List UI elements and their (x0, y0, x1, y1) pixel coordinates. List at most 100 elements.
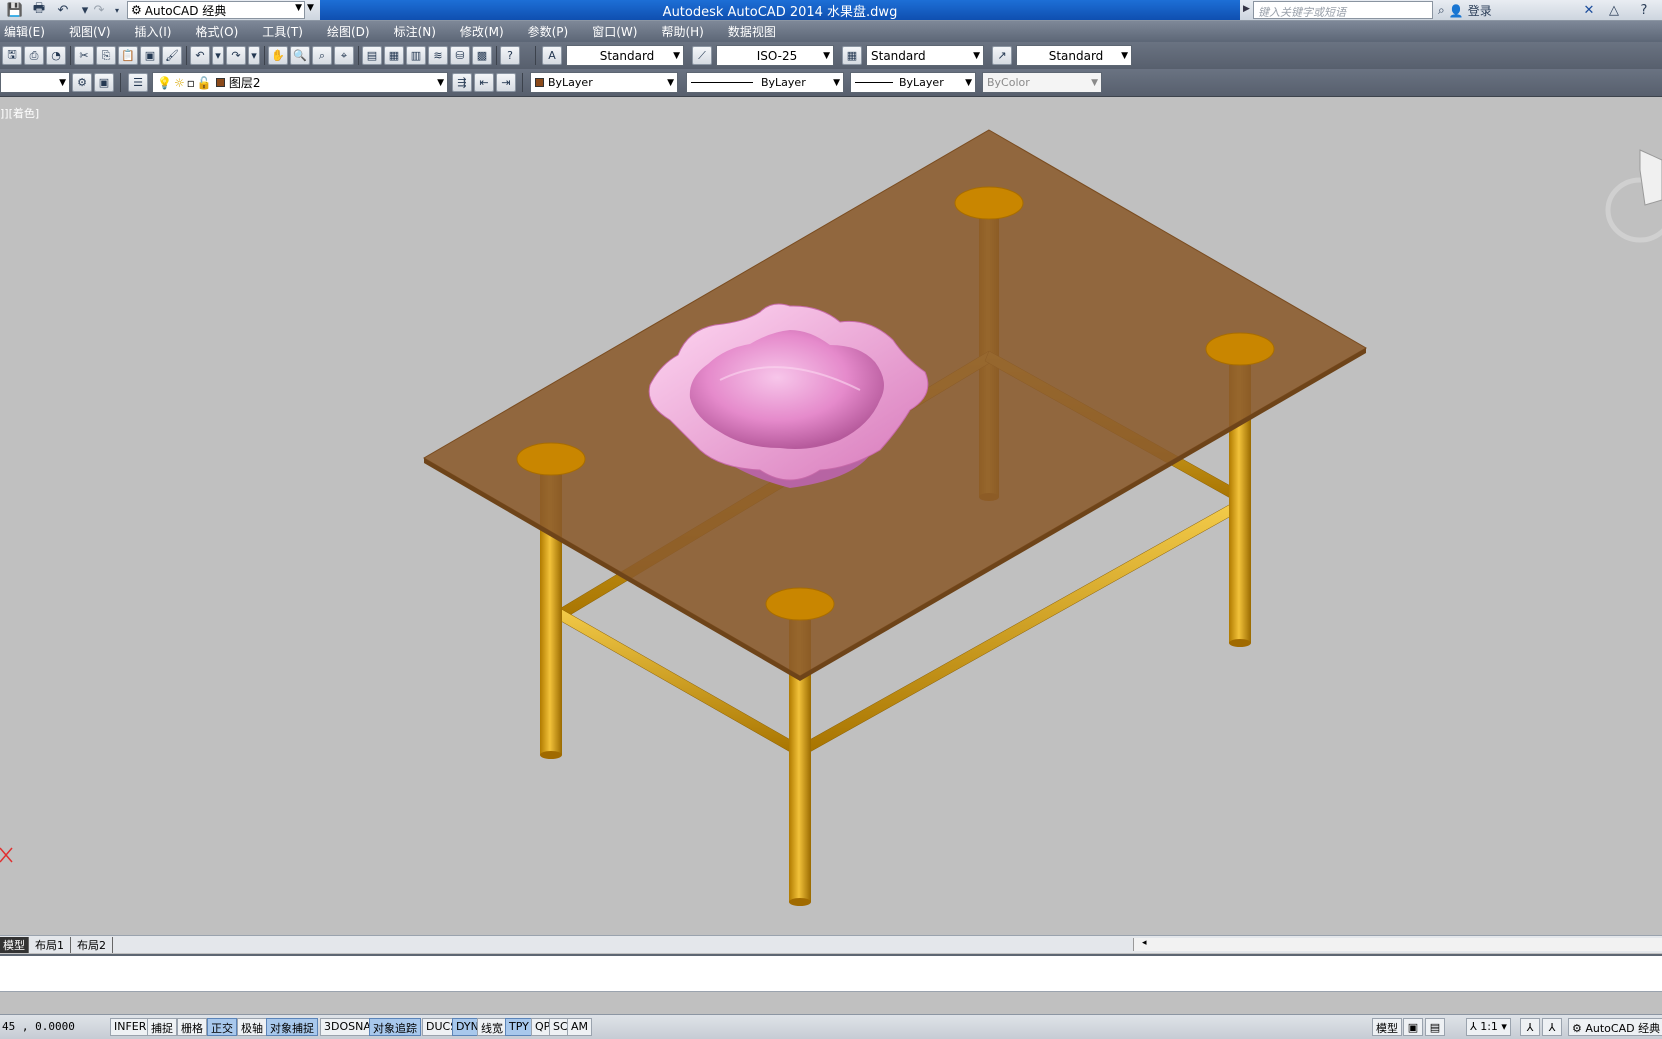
drawing-viewport[interactable]: ]][着色] (0, 97, 1662, 935)
command-line[interactable] (0, 954, 1662, 992)
workspace-switch[interactable]: ⚙ AutoCAD 经典 (1568, 1018, 1662, 1036)
horizontal-scrollbar[interactable]: ◂ (1133, 938, 1662, 951)
toggle-otrack[interactable]: 对象追踪 (369, 1018, 421, 1036)
layer-select[interactable]: 💡 ☼ ▫ 🔓 图层2 ▼ (152, 72, 448, 93)
dim-style-icon[interactable]: ⟋ (692, 46, 712, 65)
toggle-snap[interactable]: 捕捉 (147, 1018, 177, 1036)
redo-list-icon[interactable]: ▾ (248, 46, 260, 65)
plot-toolbar-icon[interactable]: ⎙ (24, 46, 44, 65)
menu-modify[interactable]: 修改(M) (460, 23, 504, 40)
annotation-visibility-icon[interactable]: ⅄ (1520, 1018, 1540, 1036)
layer-previous-icon[interactable]: ⇤ (474, 73, 494, 92)
workspace-selector[interactable]: ⚙ AutoCAD 经典 ▼ (127, 1, 305, 19)
copy-icon[interactable]: ⎘ (96, 46, 116, 65)
chevron-down-icon: ▾ (1497, 1020, 1507, 1033)
chevron-down-icon: ▼ (1091, 78, 1098, 88)
linetype-select[interactable]: ByLayer ▼ (686, 72, 844, 93)
workspace-select-small[interactable]: ▼ (0, 72, 70, 93)
make-current-layer-icon[interactable]: ⇶ (452, 73, 472, 92)
toggle-am[interactable]: AM (567, 1018, 593, 1036)
plot-icon[interactable]: 🖶 (30, 1, 48, 18)
color-select[interactable]: ByLayer ▼ (530, 72, 678, 93)
help-icon[interactable]: ? (1635, 2, 1653, 18)
tab-model[interactable]: 模型 (0, 936, 29, 953)
markup-icon[interactable]: ⛁ (450, 46, 470, 65)
redo-icon[interactable]: ↷ (90, 2, 108, 18)
menu-draw[interactable]: 绘图(D) (327, 23, 370, 40)
save-icon[interactable]: 💾 (6, 2, 24, 18)
lineweight-select[interactable]: ByLayer ▼ (850, 72, 976, 93)
menu-insert[interactable]: 插入(I) (135, 23, 172, 40)
search-expand-icon[interactable]: ▶ (1243, 4, 1250, 14)
block-icon[interactable]: ▣ (140, 46, 160, 65)
paste-icon[interactable]: 📋 (118, 46, 138, 65)
tool-palettes-icon[interactable]: ▥ (406, 46, 426, 65)
text-style-select[interactable]: Standard ▼ (566, 45, 684, 66)
table-style-icon[interactable]: ▦ (842, 46, 862, 65)
toggle-infer[interactable]: INFER (110, 1018, 151, 1036)
quick-view-drawings-icon[interactable]: ▤ (1425, 1018, 1445, 1036)
text-style-icon[interactable]: A (542, 46, 562, 65)
annotation-scale[interactable]: ⅄ 1:1 ▾ (1466, 1018, 1511, 1036)
viewport-icon[interactable]: ▣ (94, 73, 114, 92)
model-space-button[interactable]: 模型 (1372, 1018, 1402, 1036)
tab-layout2[interactable]: 布局2 (71, 936, 113, 953)
zoom-previous-icon[interactable]: ⌖ (334, 46, 354, 65)
undo-toolbar-icon[interactable]: ↶ (190, 46, 210, 65)
tab-layout1[interactable]: 布局1 (29, 936, 71, 953)
zoom-realtime-icon[interactable]: 🔍 (290, 46, 310, 65)
menu-dimension[interactable]: 标注(N) (394, 23, 436, 40)
customize-qat-icon[interactable]: ▼ (307, 3, 314, 13)
redo-dropdown-icon[interactable]: ▾ (108, 2, 126, 18)
layer-state-icon[interactable]: ⇥ (496, 73, 516, 92)
menu-window[interactable]: 窗口(W) (592, 23, 637, 40)
mleader-style-select[interactable]: Standard ▼ (1016, 45, 1132, 66)
undo-icon[interactable]: ↶ (54, 2, 72, 18)
toggle-polar[interactable]: 极轴 (237, 1018, 267, 1036)
chevron-down-icon: ▼ (59, 78, 66, 88)
design-center-icon[interactable]: ▦ (384, 46, 404, 65)
table-style-select[interactable]: Standard ▼ (866, 45, 984, 66)
exchange-icon[interactable]: ✕ (1580, 2, 1598, 18)
menu-help[interactable]: 帮助(H) (661, 23, 703, 40)
toggle-osnap[interactable]: 对象捕捉 (266, 1018, 318, 1036)
menu-tools[interactable]: 工具(T) (262, 23, 303, 40)
pan-icon[interactable]: ✋ (268, 46, 288, 65)
toggle-ortho[interactable]: 正交 (207, 1018, 237, 1036)
a360-icon[interactable]: △ (1605, 2, 1623, 18)
publish-icon[interactable]: ◔ (46, 46, 66, 65)
sheet-set-icon[interactable]: ≋ (428, 46, 448, 65)
chevron-down-icon: ▼ (437, 78, 444, 88)
lightbulb-icon: 💡 (157, 75, 172, 90)
menu-format[interactable]: 格式(O) (195, 23, 238, 40)
auto-scale-icon[interactable]: ⅄ (1542, 1018, 1562, 1036)
qsave-icon[interactable]: 🖫 (2, 46, 22, 65)
login-area[interactable]: ⌕ 👤 登录 (1438, 2, 1492, 19)
layer-properties-icon[interactable]: ☰ (128, 73, 148, 92)
zoom-window-icon[interactable]: ⌕ (312, 46, 332, 65)
redo-toolbar-icon[interactable]: ↷ (226, 46, 246, 65)
viewport-freeze-icon: ▫ (186, 75, 195, 90)
viewcube-icon[interactable] (1605, 149, 1662, 243)
match-properties-icon[interactable]: 🖌 (162, 46, 182, 65)
menu-dataview[interactable]: 数据视图 (728, 23, 776, 40)
cut-icon[interactable]: ✂ (74, 46, 94, 65)
menu-edit[interactable]: 编辑(E) (4, 23, 45, 40)
toggle-grid[interactable]: 栅格 (177, 1018, 207, 1036)
menu-view[interactable]: 视图(V) (69, 23, 111, 40)
help-toolbar-icon[interactable]: ? (500, 46, 520, 65)
menu-parametric[interactable]: 参数(P) (528, 23, 569, 40)
lock-icon: 🔓 (196, 75, 212, 90)
mleader-style-icon[interactable]: ↗ (992, 46, 1012, 65)
search-input[interactable]: 键入关键字或短语 (1253, 1, 1433, 19)
toggle-lineweight[interactable]: 线宽 (477, 1018, 507, 1036)
calculator-icon[interactable]: ▩ (472, 46, 492, 65)
linetype-value: ByLayer (761, 76, 806, 89)
quick-view-layouts-icon[interactable]: ▣ (1403, 1018, 1423, 1036)
properties-icon[interactable]: ▤ (362, 46, 382, 65)
toggle-tpy[interactable]: TPY (505, 1018, 533, 1036)
dim-style-select[interactable]: ISO-25 ▼ (716, 45, 834, 66)
binoculars-icon[interactable]: ⌕ (1438, 3, 1445, 18)
workspace-settings-icon[interactable]: ⚙ (72, 73, 92, 92)
undo-list-icon[interactable]: ▾ (212, 46, 224, 65)
